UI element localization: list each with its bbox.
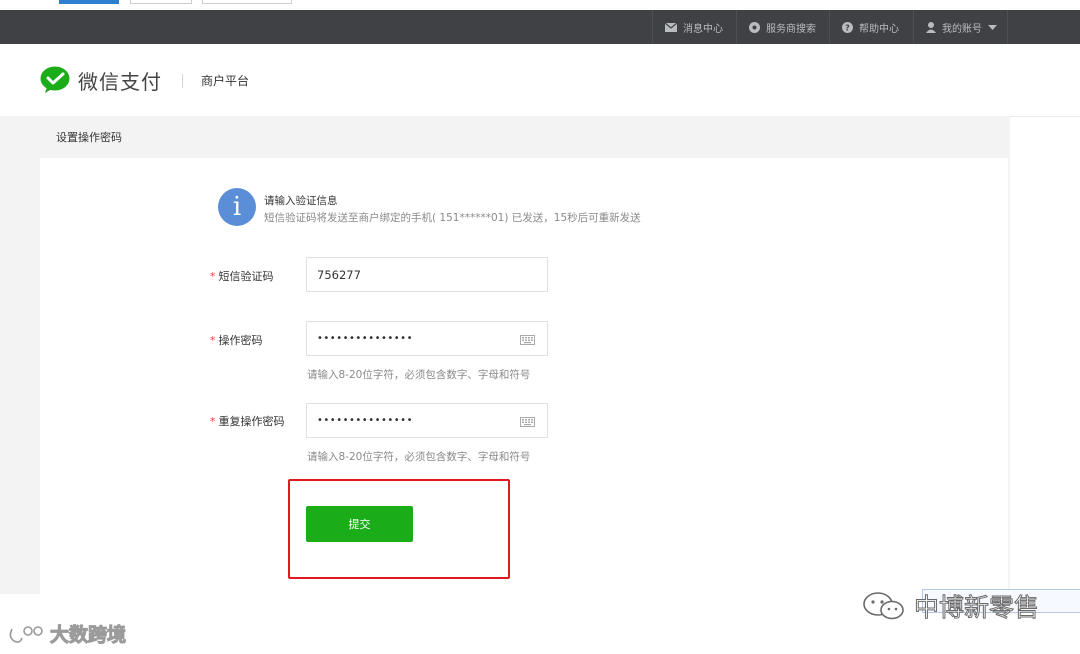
password-input[interactable]: ••••••••••••••• [306,321,548,356]
required-mark: * [210,270,216,283]
required-mark: * [210,334,216,347]
page-title: 设置操作密码 [56,131,122,144]
mail-icon [665,22,677,32]
info-icon: i [218,188,256,226]
sms-code-input[interactable]: 756277 [306,257,548,292]
sms-code-label: * 短信验证码 [210,268,274,284]
nav-message-center-label: 消息中心 [683,23,723,35]
confirm-password-input[interactable]: ••••••••••••••• [306,403,548,438]
svg-text:?: ? [845,23,850,32]
watermark-left-text: 大数跨境 [49,624,127,647]
site-header: 微信支付 商户平台 [0,44,1080,117]
confirm-password-label: * 重复操作密码 [210,413,285,429]
password-label-text: 操作密码 [218,334,263,347]
browser-tab[interactable] [130,0,192,4]
gear-icon [749,21,760,33]
platform-name: 商户平台 [201,74,250,88]
sms-code-label-text: 短信验证码 [218,270,274,283]
password-hint: 请输入8-20位字符，必须包含数字、字母和符号 [307,369,531,381]
password-label: * 操作密码 [210,332,263,348]
notice-title: 请输入验证信息 [264,195,338,207]
watermark-right-text: 中博新零售 [913,593,1040,623]
password-value: ••••••••••••••• [317,333,413,344]
keyboard-icon[interactable] [520,416,535,430]
nav-provider-search[interactable]: 服务商搜索 [736,10,828,44]
weibo-logo-icon [8,623,46,645]
user-icon [926,21,936,33]
required-mark: * [210,415,216,428]
confirm-password-hint: 请输入8-20位字符，必须包含数字、字母和符号 [307,451,531,463]
wechat-pay-logo-icon[interactable] [40,66,72,94]
confirm-password-value: ••••••••••••••• [317,415,413,426]
highlight-box [288,479,510,579]
help-icon: ? [842,21,853,33]
watermark-left: 大数跨境 [8,620,127,647]
nav-provider-search-label: 服务商搜索 [766,23,816,35]
browser-tab[interactable] [202,0,292,4]
brand-name: 微信支付 [78,70,162,94]
chevron-down-icon [988,24,997,30]
nav-help-center-label: 帮助中心 [859,23,899,35]
watermark-right: 中博新零售 [862,588,1040,624]
browser-tab-active[interactable] [59,0,119,4]
top-nav-bar: 消息中心 服务商搜索 ? 帮助中心 我的账号 [0,10,1080,44]
nav-message-center[interactable]: 消息中心 [652,10,735,44]
keyboard-icon[interactable] [520,334,535,348]
notice-description: 短信验证码将发送至商户绑定的手机( 151******01) 已发送，15秒后可… [264,212,641,224]
nav-my-account-label: 我的账号 [942,23,982,35]
nav-help-center[interactable]: ? 帮助中心 [829,10,911,44]
nav-my-account[interactable]: 我的账号 [913,10,1008,44]
sms-code-value: 756277 [317,267,361,282]
confirm-password-label-text: 重复操作密码 [218,415,285,428]
wechat-logo-icon [862,591,906,621]
header-divider [182,74,183,88]
